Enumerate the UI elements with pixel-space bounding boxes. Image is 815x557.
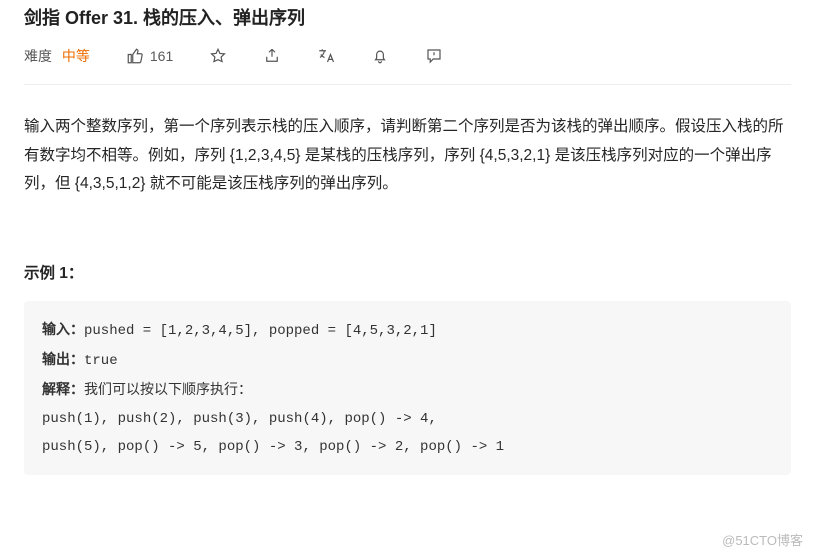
- favorite-button[interactable]: [209, 47, 227, 65]
- explain-label: 解释：: [42, 381, 84, 397]
- star-icon: [209, 47, 227, 65]
- difficulty-label: 难度: [24, 48, 52, 64]
- translate-button[interactable]: [317, 47, 335, 65]
- example-code-block: 输入：pushed = [1,2,3,4,5], popped = [4,5,3…: [24, 301, 791, 475]
- difficulty-value: 中等: [62, 48, 90, 64]
- output-label: 输出：: [42, 351, 84, 367]
- input-label: 输入：: [42, 321, 84, 337]
- feedback-button[interactable]: [425, 47, 443, 65]
- explain-value: 我们可以按以下顺序执行：: [84, 383, 252, 399]
- share-button[interactable]: [263, 47, 281, 65]
- page-title: 剑指 Offer 31. 栈的压入、弹出序列: [24, 0, 791, 46]
- like-button[interactable]: 161: [126, 47, 173, 65]
- notify-button[interactable]: [371, 47, 389, 65]
- share-icon: [263, 47, 281, 65]
- watermark: @51CTO博客: [722, 530, 803, 549]
- meta-row: 难度 中等 161: [24, 46, 791, 85]
- difficulty: 难度 中等: [24, 46, 90, 66]
- feedback-icon: [425, 47, 443, 65]
- input-value: pushed = [1,2,3,4,5], popped = [4,5,3,2,…: [84, 323, 437, 339]
- bell-icon: [371, 47, 389, 65]
- problem-description: 输入两个整数序列，第一个序列表示栈的压入顺序，请判断第二个序列是否为该栈的弹出顺…: [24, 85, 791, 199]
- example-heading: 示例 1：: [24, 261, 791, 283]
- thumb-up-icon: [126, 47, 144, 65]
- output-value: true: [84, 353, 118, 369]
- example-rest: push(1), push(2), push(3), push(4), pop(…: [42, 411, 504, 455]
- translate-icon: [317, 47, 335, 65]
- like-count: 161: [150, 48, 173, 64]
